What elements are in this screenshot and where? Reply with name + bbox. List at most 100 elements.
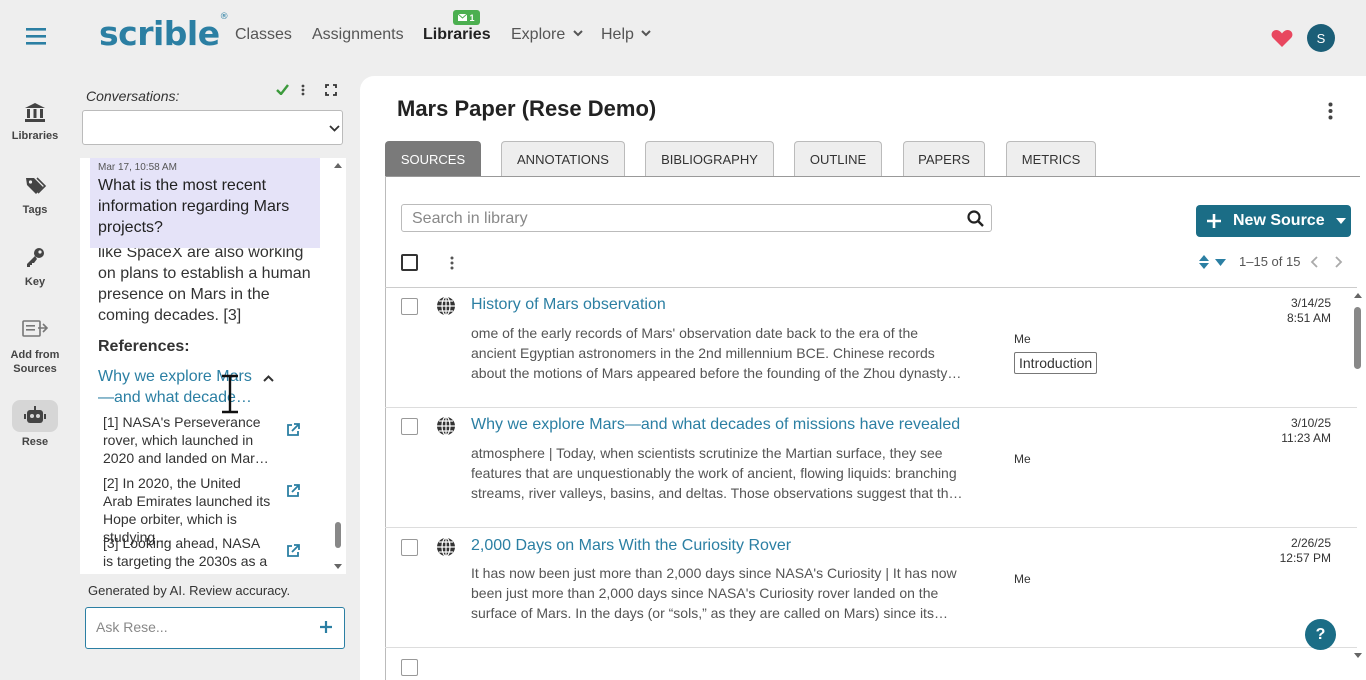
source-owner: Me bbox=[1014, 452, 1031, 466]
nav-assignments[interactable]: Assignments bbox=[312, 26, 404, 44]
heart-icon[interactable] bbox=[1271, 29, 1293, 48]
chevron-down-icon bbox=[572, 30, 583, 37]
assignments-badge: 1 bbox=[453, 10, 480, 25]
plus-icon bbox=[1207, 214, 1221, 228]
nav-rese-label: Rese bbox=[21, 436, 49, 448]
nav-tags-label: Tags bbox=[22, 204, 48, 216]
chevron-down-icon bbox=[329, 125, 340, 132]
references-heading: References: bbox=[98, 338, 190, 355]
nav-explore[interactable]: Explore bbox=[511, 26, 583, 44]
source-date: 2/26/25 12:57 PM bbox=[1279, 536, 1331, 565]
user-message-bubble: Mar 17, 10:58 AM What is the most recent… bbox=[90, 158, 320, 248]
nav-libraries-label: Libraries bbox=[11, 130, 59, 142]
tab-bibliography[interactable]: BIBLIOGRAPHY bbox=[645, 141, 774, 176]
conversation-panel: Conversations: like SpaceX are also work… bbox=[70, 72, 360, 680]
select-all-checkbox[interactable] bbox=[401, 254, 418, 271]
kebab-icon[interactable] bbox=[450, 256, 454, 270]
tab-outline[interactable]: OUTLINE bbox=[794, 141, 882, 176]
nav-tags[interactable]: Tags bbox=[0, 174, 70, 216]
external-link-icon[interactable] bbox=[286, 423, 300, 437]
nav-rese[interactable]: Rese bbox=[0, 400, 70, 448]
source-description: It has now been just more than 2,000 day… bbox=[471, 565, 957, 621]
external-link-icon[interactable] bbox=[286, 484, 300, 498]
nav-libraries-top[interactable]: Libraries bbox=[423, 26, 491, 44]
tags-icon bbox=[23, 174, 47, 198]
help-button[interactable]: ? bbox=[1305, 619, 1336, 650]
tab-papers[interactable]: PAPERS bbox=[903, 141, 985, 176]
ai-disclaimer: Generated by AI. Review accuracy. bbox=[88, 583, 291, 598]
source-title[interactable]: History of Mars observation bbox=[471, 296, 666, 314]
source-tag[interactable]: Introduction bbox=[1014, 352, 1098, 374]
tab-sources[interactable]: SOURCES bbox=[385, 141, 481, 176]
library-panel: Mars Paper (Rese Demo) SOURCES ANNOTATIO… bbox=[360, 76, 1366, 680]
source-date: 3/14/25 8:51 AM bbox=[1286, 296, 1331, 325]
chevron-up-icon[interactable] bbox=[263, 375, 274, 382]
row-divider bbox=[385, 527, 1357, 528]
conversations-label: Conversations: bbox=[86, 88, 180, 104]
user-question: What is the most recent information rega… bbox=[98, 177, 290, 236]
row-divider bbox=[385, 287, 1357, 288]
robot-icon bbox=[12, 400, 58, 432]
row-checkbox[interactable] bbox=[401, 539, 418, 556]
globe-icon bbox=[436, 416, 456, 436]
chevron-right-icon[interactable] bbox=[1335, 256, 1343, 268]
row-checkbox[interactable] bbox=[401, 418, 418, 435]
pagination-count: 1–15 of 15 bbox=[1239, 254, 1301, 269]
reference-item: [1] NASA's Perseverance rover, which lau… bbox=[103, 414, 269, 466]
tab-annotations[interactable]: ANNOTATIONS bbox=[501, 141, 625, 176]
top-header: scrible® Classes 1 Assignments Libraries… bbox=[70, 0, 1366, 72]
tab-metrics[interactable]: METRICS bbox=[1006, 141, 1096, 176]
library-scrollbar[interactable] bbox=[1352, 290, 1364, 680]
scrible-logo[interactable]: scrible® bbox=[99, 12, 229, 53]
nav-classes[interactable]: Classes bbox=[235, 26, 292, 44]
chat-thread: like SpaceX are also working on plans to… bbox=[80, 158, 346, 574]
search-input[interactable] bbox=[412, 210, 952, 228]
answer-text: like SpaceX are also working on plans to… bbox=[98, 244, 311, 324]
key-icon bbox=[23, 246, 47, 270]
mail-icon bbox=[458, 14, 468, 21]
source-owner: Me bbox=[1014, 332, 1031, 346]
nav-add-from-sources-label: Add from Sources bbox=[10, 349, 60, 375]
libraries-icon bbox=[23, 100, 47, 124]
nav-libraries[interactable]: Libraries bbox=[0, 100, 70, 142]
row-checkbox[interactable] bbox=[401, 298, 418, 315]
chat-scrollbar[interactable] bbox=[332, 158, 344, 574]
left-nav: Libraries Tags Key Add from Sources Rese bbox=[0, 0, 70, 680]
add-from-sources-icon bbox=[22, 318, 48, 342]
text-cursor-icon bbox=[219, 374, 241, 414]
nav-add-from-sources[interactable]: Add from Sources bbox=[0, 318, 70, 376]
expand-icon[interactable] bbox=[325, 84, 337, 96]
new-source-button[interactable]: New Source bbox=[1196, 205, 1351, 237]
conversation-select[interactable] bbox=[82, 110, 343, 145]
menu-icon[interactable] bbox=[26, 27, 46, 45]
nav-key[interactable]: Key bbox=[0, 246, 70, 288]
row-divider bbox=[385, 647, 1357, 648]
ask-rese-input[interactable] bbox=[96, 619, 306, 635]
globe-icon bbox=[436, 296, 456, 316]
nav-help[interactable]: Help bbox=[601, 26, 652, 44]
chevron-down-icon bbox=[641, 30, 652, 37]
chevron-left-icon[interactable] bbox=[1310, 256, 1318, 268]
page-title: Mars Paper (Rese Demo) bbox=[397, 96, 657, 121]
kebab-icon[interactable] bbox=[1328, 102, 1333, 120]
external-link-icon[interactable] bbox=[286, 544, 300, 558]
row-checkbox[interactable] bbox=[401, 659, 418, 676]
ask-rese-box[interactable] bbox=[85, 607, 345, 649]
source-title[interactable]: 2,000 Days on Mars With the Curiosity Ro… bbox=[471, 537, 791, 555]
source-title[interactable]: Why we explore Mars—and what decades of … bbox=[471, 416, 960, 434]
kebab-icon[interactable] bbox=[301, 84, 305, 96]
caret-down-icon bbox=[1335, 218, 1346, 224]
globe-icon bbox=[436, 537, 456, 557]
library-search[interactable] bbox=[401, 204, 992, 232]
check-icon[interactable] bbox=[276, 84, 289, 95]
avatar[interactable]: S bbox=[1307, 24, 1335, 52]
source-description: ome of the early records of Mars' observ… bbox=[471, 325, 962, 381]
message-timestamp: Mar 17, 10:58 AM bbox=[98, 162, 177, 173]
row-divider bbox=[385, 407, 1357, 408]
source-date: 3/10/25 11:23 AM bbox=[1281, 416, 1331, 445]
sort-icon[interactable] bbox=[1198, 254, 1228, 270]
reference-item: [3] Looking ahead, NASA is targeting the… bbox=[103, 535, 268, 569]
search-icon[interactable] bbox=[967, 210, 984, 227]
plus-icon[interactable] bbox=[319, 620, 333, 634]
nav-key-label: Key bbox=[24, 276, 46, 288]
